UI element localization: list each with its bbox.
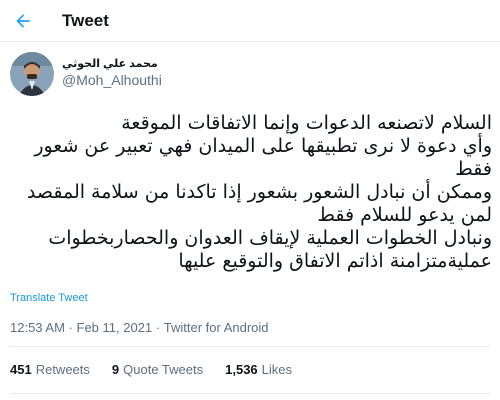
page-title: Tweet (62, 10, 109, 30)
tweet-date[interactable]: Feb 11, 2021 (77, 320, 153, 335)
tweet-page: Tweet محمد علي الحوثي @Moh_Alhouthi السل… (0, 0, 500, 400)
likes-label: Likes (261, 362, 293, 377)
arrow-left-icon (16, 13, 30, 28)
tweet-text: السلام لاتصنعه الدعوات وإنما الاتفاقات ا… (8, 112, 492, 273)
meta-separator: · (68, 320, 77, 335)
tweet-time[interactable]: 12:53 AM (10, 320, 65, 335)
tweet-line: ونبادل الخطوات العملية لإيقاف العدوان وا… (48, 227, 492, 272)
retweets-stat[interactable]: 451 Retweets (10, 362, 90, 377)
header-bar: Tweet (0, 0, 500, 42)
divider (10, 393, 490, 394)
likes-stat[interactable]: 1,536 Likes (225, 362, 292, 377)
retweets-label: Retweets (35, 362, 90, 377)
quote-tweets-stat[interactable]: 9 Quote Tweets (112, 362, 203, 377)
author-names: محمد علي الحوثي @Moh_Alhouthi (62, 58, 162, 89)
tweet-line: وممكن أن نبادل الشعور بشعور إذا تاكدنا م… (26, 181, 492, 226)
avatar[interactable] (10, 52, 54, 96)
quote-tweets-label: Quote Tweets (123, 362, 204, 377)
author-display-name[interactable]: محمد علي الحوثي (62, 58, 162, 72)
meta-separator: · (155, 320, 164, 335)
quote-tweets-count: 9 (111, 362, 120, 377)
tweet-line: وأي دعوة لا نرى تطبيقها على الميدان فهي … (34, 135, 492, 180)
tweet-source[interactable]: Twitter for Android (164, 320, 269, 335)
retweets-count: 451 (10, 362, 32, 377)
tweet-stats: 451 Retweets 9 Quote Tweets 1,536 Likes (10, 362, 314, 377)
likes-count: 1,536 (225, 362, 258, 377)
back-button[interactable] (8, 6, 38, 36)
author-handle[interactable]: @Moh_Alhouthi (62, 72, 162, 90)
tweet-author: محمد علي الحوثي @Moh_Alhouthi (10, 52, 162, 96)
tweet-line: السلام لاتصنعه الدعوات وإنما الاتفاقات ا… (121, 112, 492, 134)
translate-tweet-link[interactable]: Translate Tweet (10, 292, 88, 304)
tweet-meta: 12:53 AM · Feb 11, 2021 · Twitter for An… (10, 320, 269, 335)
divider (10, 346, 490, 347)
